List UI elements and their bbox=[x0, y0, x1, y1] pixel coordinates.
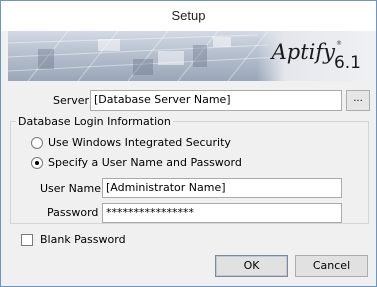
version-label: 6.1 bbox=[333, 53, 361, 73]
aptify-logo: Aptify bbox=[271, 40, 335, 64]
registered-mark: ® bbox=[336, 40, 342, 47]
aptify-banner: Aptify ® 6.1 bbox=[8, 31, 369, 81]
user-password-label: Specify a User Name and Password bbox=[48, 156, 242, 169]
blank-password-checkbox[interactable] bbox=[21, 234, 33, 246]
password-label: Password bbox=[47, 206, 99, 219]
server-input[interactable]: [Database Server Name] bbox=[90, 90, 342, 111]
password-input[interactable]: **************** bbox=[102, 203, 342, 223]
server-label: Server bbox=[53, 94, 90, 107]
cancel-button[interactable]: Cancel bbox=[295, 255, 368, 277]
username-input[interactable]: [Administrator Name] bbox=[102, 178, 342, 198]
setup-dialog: Setup Aptify ® 6.1 Server [Database Serv… bbox=[0, 0, 377, 287]
windows-security-label: Use Windows Integrated Security bbox=[48, 136, 231, 149]
windows-security-radio[interactable] bbox=[31, 137, 43, 149]
ok-button[interactable]: OK bbox=[215, 255, 288, 277]
server-browse-button[interactable]: ... bbox=[346, 90, 370, 111]
title-bar: Setup bbox=[1, 1, 376, 31]
username-label: User Name bbox=[40, 182, 102, 195]
window-title: Setup bbox=[171, 8, 206, 23]
group-title: Database Login Information bbox=[16, 115, 173, 128]
user-password-radio[interactable] bbox=[31, 157, 43, 169]
blank-password-label: Blank Password bbox=[40, 233, 126, 246]
